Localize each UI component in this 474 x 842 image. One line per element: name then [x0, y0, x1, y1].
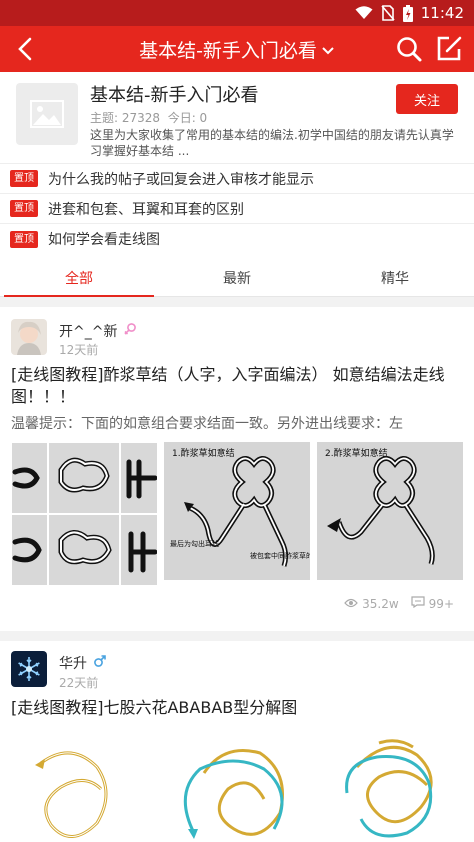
edit-icon	[437, 36, 462, 61]
male-icon	[93, 654, 107, 672]
divider	[0, 631, 474, 641]
author-name: 开^_^新	[59, 324, 118, 340]
image-caption: 2.酢浆草如意结	[325, 447, 388, 459]
post-stats: 35.2w 99+	[344, 596, 454, 611]
no-sim-icon	[381, 5, 395, 21]
comment-count: 99+	[411, 596, 454, 611]
post-image[interactable]	[164, 733, 310, 842]
forum-topics-count: 主题: 27328	[90, 111, 161, 125]
post-filter-tabs: 全部 最新 精华	[0, 259, 474, 297]
post-images: 1.酢浆草如意结 最后为勾出耳线 被包套中同酢浆草的线	[11, 442, 463, 586]
follow-button[interactable]: 关注	[396, 84, 458, 114]
app-bar: 基本结-新手入门必看	[0, 26, 474, 72]
status-bar: 11:42	[0, 0, 474, 26]
author-name: 华升	[59, 656, 87, 672]
image-caption: 1.酢浆草如意结	[172, 447, 235, 459]
post-image[interactable]	[317, 733, 463, 842]
post-image[interactable]: 1.酢浆草如意结 最后为勾出耳线 被包套中同酢浆草的线	[164, 442, 310, 586]
post-time: 22天前	[59, 676, 99, 690]
post-author[interactable]: 华升	[59, 653, 107, 673]
new-post-button[interactable]	[434, 34, 464, 64]
forum-stats: 主题: 27328 今日: 0	[90, 109, 207, 126]
post-image[interactable]	[11, 442, 157, 586]
battery-icon	[402, 4, 413, 22]
pinned-item[interactable]: 置顶 如何学会看走线图	[0, 224, 474, 254]
eye-icon	[344, 597, 358, 611]
page-title: 基本结-新手入门必看	[139, 40, 317, 62]
pinned-item[interactable]: 置顶 为什么我的帖子或回复会进入审核才能显示	[0, 164, 474, 194]
divider	[0, 297, 474, 307]
image-note: 被包套中同酢浆草的线	[250, 551, 310, 560]
search-button[interactable]	[394, 34, 424, 64]
back-button[interactable]	[10, 34, 40, 64]
post-image[interactable]	[11, 733, 157, 842]
search-icon	[397, 37, 422, 62]
comment-count-value: 99+	[428, 596, 454, 611]
post-author[interactable]: 开^_^新	[59, 321, 137, 341]
pinned-title: 进套和包套、耳翼和耳套的区别	[48, 201, 244, 218]
pinned-badge: 置顶	[10, 200, 38, 217]
pinned-badge: 置顶	[10, 230, 38, 248]
forum-header: 基本结-新手入门必看 主题: 27328 今日: 0 这里为大家收集了常用的基本…	[0, 72, 474, 164]
tab-featured[interactable]: 精华	[316, 259, 474, 296]
avatar[interactable]	[11, 319, 47, 355]
post-title[interactable]: [走线图教程]七股六花ABABAB型分解图	[11, 697, 464, 719]
post-title[interactable]: [走线图教程]酢浆草结（人字，入字面编法） 如意结编法走线图！！！	[11, 364, 464, 408]
forum-description: 这里为大家收集了常用的基本结的编法.初学中国结的朋友请先认真学习掌握好基本结 .…	[90, 128, 454, 158]
forum-name: 基本结-新手入门必看	[90, 85, 259, 106]
comment-icon	[411, 596, 425, 611]
pinned-title: 如何学会看走线图	[48, 232, 160, 248]
chevron-down-icon	[321, 39, 335, 61]
post-images	[11, 733, 463, 842]
tab-latest[interactable]: 最新	[158, 259, 316, 296]
back-arrow-icon	[18, 37, 32, 61]
post-excerpt: 温馨提示：下面的如意组合要求结面一致。另外进出线要求：左	[11, 416, 403, 432]
pinned-item[interactable]: 置顶 进套和包套、耳翼和耳套的区别	[0, 194, 474, 224]
avatar[interactable]	[11, 651, 47, 687]
view-count: 35.2w	[344, 597, 399, 611]
view-count-value: 35.2w	[362, 596, 399, 611]
pinned-title: 为什么我的帖子或回复会进入审核才能显示	[48, 171, 314, 188]
female-icon	[123, 322, 137, 340]
wifi-icon	[355, 6, 373, 20]
tab-all[interactable]: 全部	[0, 259, 158, 297]
status-time: 11:42	[420, 4, 464, 22]
post-time: 12天前	[59, 343, 99, 357]
pinned-list: 置顶 为什么我的帖子或回复会进入审核才能显示 置顶 进套和包套、耳翼和耳套的区别…	[0, 164, 474, 254]
post-image[interactable]: 2.酢浆草如意结	[317, 442, 463, 586]
post-card[interactable]: 华升 22天前 [走线图教程]七股六花ABABAB型分解图	[0, 641, 474, 842]
pinned-badge: 置顶	[10, 170, 38, 187]
image-note: 最后为勾出耳线	[170, 539, 219, 548]
forum-image-placeholder-icon	[16, 83, 78, 145]
app-root: 11:42 基本结-新手入门必看 基本结-新手入门必看 主题: 27328 今日…	[0, 0, 474, 842]
forum-today-count: 今日: 0	[167, 111, 208, 125]
post-card[interactable]: 开^_^新 12天前 [走线图教程]酢浆草结（人字，入字面编法） 如意结编法走线…	[0, 307, 474, 631]
